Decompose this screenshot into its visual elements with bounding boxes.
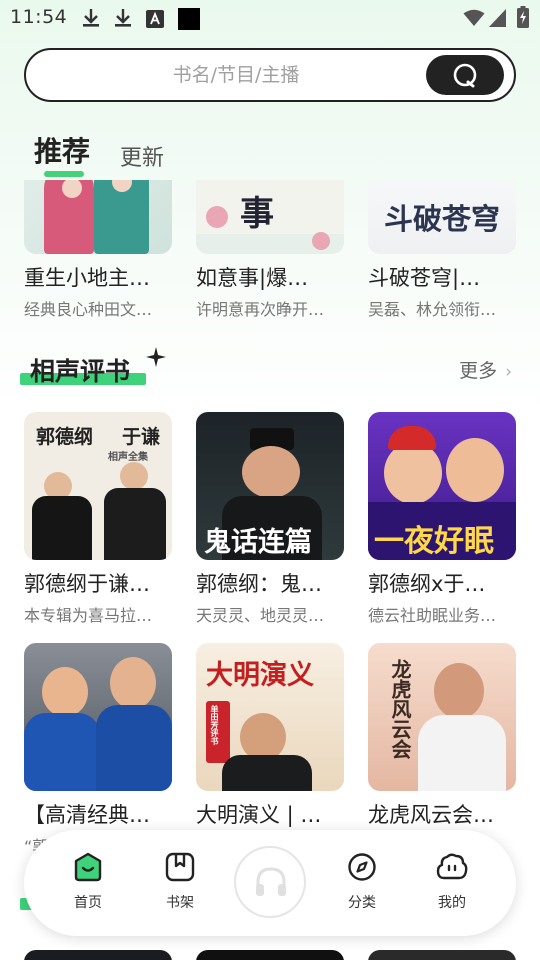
album-subtitle: 本专辑为喜马拉… bbox=[24, 606, 153, 625]
nav-bookshelf-label: 书架 bbox=[166, 895, 194, 911]
nav-category[interactable]: 分类 bbox=[332, 852, 392, 912]
cover-text: 一夜好眠 bbox=[374, 524, 494, 559]
cover-text: 斗破苍穹 bbox=[384, 202, 501, 236]
album-title: 郭德纲于谦… bbox=[24, 572, 150, 596]
battery-charging-icon bbox=[517, 6, 529, 28]
book-title: 斗破苍穹|… bbox=[368, 266, 481, 290]
album-title: 【高清经典… bbox=[24, 803, 150, 827]
nav-bookshelf[interactable]: 书架 bbox=[150, 852, 210, 912]
player-button[interactable] bbox=[234, 846, 306, 918]
book-subtitle: 吴磊、林允领衔… bbox=[368, 300, 497, 319]
search-icon bbox=[453, 63, 477, 88]
book-cover bbox=[24, 180, 172, 254]
section-title: 相声评书 bbox=[30, 357, 131, 386]
tab-active-indicator bbox=[44, 171, 84, 177]
book-card[interactable]: 重生小地主… 经典良心种田文… bbox=[24, 180, 172, 320]
album-cover: 鬼话连篇 bbox=[196, 412, 344, 560]
book-cover: 斗破苍穹 bbox=[368, 180, 516, 254]
more-label: 更多 bbox=[459, 360, 498, 382]
album-cover bbox=[24, 950, 172, 960]
book-cover: 事 bbox=[196, 180, 344, 254]
chevron-right-icon: › bbox=[505, 362, 512, 382]
book-card[interactable]: 事 如意事|爆… 许明意再次睁开… bbox=[196, 180, 344, 320]
status-time: 11:54 bbox=[10, 6, 68, 28]
book-subtitle: 许明意再次睁开… bbox=[196, 300, 325, 319]
album-cover bbox=[24, 643, 172, 791]
cover-text: 相声全集 bbox=[108, 452, 148, 463]
more-link[interactable]: 更多 › bbox=[459, 356, 512, 383]
album-cover: 大明演义 单田芳评书 bbox=[196, 643, 344, 791]
home-icon bbox=[74, 852, 102, 882]
tab-update[interactable]: 更新 bbox=[120, 140, 164, 172]
nav-home-label: 首页 bbox=[74, 895, 102, 911]
headphones-icon bbox=[256, 867, 286, 896]
nav-category-label: 分类 bbox=[348, 895, 376, 911]
bottom-nav: 首页 书架 分类 我的 bbox=[24, 830, 516, 936]
text-notification-icon bbox=[146, 10, 164, 28]
cover-text: 单田芳评书 bbox=[210, 705, 220, 745]
search-input[interactable] bbox=[46, 50, 426, 100]
album-cover: 一夜好眠 bbox=[368, 412, 516, 560]
download-icon bbox=[115, 9, 131, 27]
album-cover bbox=[196, 950, 344, 960]
cover-text: 龙虎风云会 bbox=[388, 659, 412, 759]
album-title: 郭德纲x于… bbox=[368, 572, 486, 596]
search-button[interactable] bbox=[426, 55, 504, 95]
album-cover: 郭德纲 于谦 相声全集 bbox=[24, 412, 172, 560]
tab-recommend[interactable]: 推荐 bbox=[34, 130, 90, 170]
album-cover: 龙虎风云会 bbox=[368, 643, 516, 791]
signal-icon bbox=[489, 9, 506, 27]
album-title: 龙虎风云会… bbox=[368, 803, 494, 827]
album-title: 郭德纲：鬼… bbox=[196, 572, 322, 596]
cover-text: 事 bbox=[240, 194, 274, 234]
album-card[interactable]: 大明演义 单田芳评书 大明演义 | … bbox=[196, 643, 344, 833]
black-square-icon bbox=[178, 8, 200, 30]
search-bar[interactable] bbox=[24, 48, 516, 102]
album-subtitle: 天灵灵、地灵灵… bbox=[196, 606, 325, 625]
nav-profile[interactable]: 我的 bbox=[422, 852, 482, 912]
album-card[interactable]: 鬼话连篇 郭德纲：鬼… 天灵灵、地灵灵… bbox=[196, 412, 344, 626]
wifi-icon bbox=[463, 9, 485, 26]
profile-icon bbox=[436, 853, 468, 880]
album-title: 大明演义 | … bbox=[196, 803, 322, 827]
book-title: 重生小地主… bbox=[24, 266, 150, 290]
cover-text: 郭德纲 bbox=[36, 426, 94, 448]
sparkle-icon bbox=[146, 347, 166, 367]
album-subtitle: 德云社助眠业务… bbox=[368, 606, 497, 625]
book-title: 如意事|爆… bbox=[196, 266, 309, 290]
album-card[interactable]: 龙虎风云会 龙虎风云会… bbox=[368, 643, 516, 833]
nav-home[interactable]: 首页 bbox=[58, 852, 118, 912]
cover-text: 大明演义 bbox=[206, 660, 314, 691]
album-card[interactable]: 【高清经典… “郭… bbox=[24, 643, 172, 857]
album-card[interactable]: 郭德纲 于谦 相声全集 郭德纲于谦… 本专辑为喜马拉… bbox=[24, 412, 172, 626]
cover-text: 于谦 bbox=[122, 426, 161, 448]
book-card[interactable]: 斗破苍穹 斗破苍穹|… 吴磊、林允领衔… bbox=[368, 180, 516, 320]
album-card[interactable]: 一夜好眠 郭德纲x于… 德云社助眠业务… bbox=[368, 412, 516, 626]
bookshelf-icon bbox=[165, 852, 195, 882]
album-cover bbox=[368, 950, 516, 960]
status-bar: 11:54 bbox=[0, 0, 540, 36]
nav-profile-label: 我的 bbox=[438, 895, 466, 911]
cover-text: 鬼话连篇 bbox=[204, 527, 312, 558]
book-subtitle: 经典良心种田文… bbox=[24, 300, 153, 319]
download-icon bbox=[83, 9, 99, 27]
compass-icon bbox=[348, 853, 376, 881]
